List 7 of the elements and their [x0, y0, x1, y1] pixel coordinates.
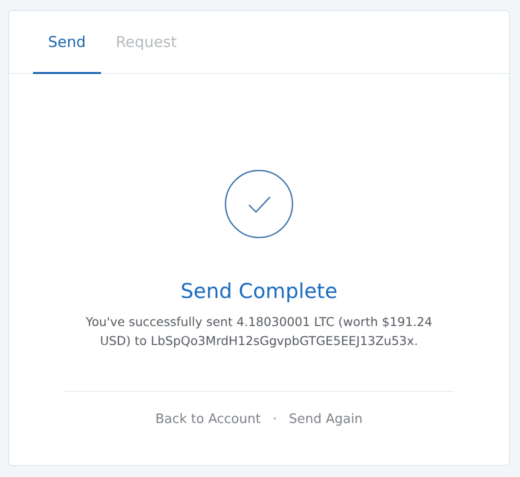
separator-dot: · — [272, 412, 277, 427]
success-title: Send Complete — [180, 279, 338, 303]
action-link[interactable]: Back to Account — [155, 412, 261, 427]
action-link[interactable]: Send Again — [288, 412, 363, 427]
tab[interactable]: Send — [33, 11, 101, 74]
success-message: You've successfully sent 4.18030001 LTC (worth $191.24 USD) to LbSpQo3MrdH12sGgvpbGTGE5EEJ13Zu53x. — [84, 314, 434, 350]
checkmark-icon — [224, 169, 294, 239]
